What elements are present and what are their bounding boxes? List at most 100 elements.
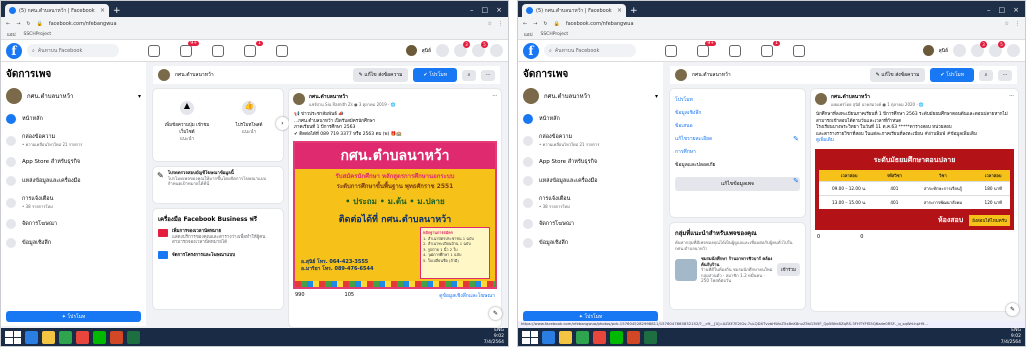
info-item-privacy[interactable]: ข้อมูลและปลอดภัย [675, 159, 800, 172]
groups-icon[interactable]: 1 [761, 40, 780, 57]
post-author[interactable]: กศน.ตำบลนาหว้า [309, 93, 396, 101]
sidebar-item-insights[interactable]: ข้อมูลเชิงลึก [523, 238, 658, 248]
info-item-edit-details[interactable]: แก้ไขรายละเอียด [675, 133, 800, 146]
sidebar-item-insights[interactable]: ข้อมูลเชิงลึก [6, 238, 141, 248]
sidebar-item-resources[interactable]: แหล่งข้อมูลและเครื่องมือ [6, 176, 141, 186]
post-author[interactable]: กศน.ตำบลนาหว้า [831, 93, 924, 101]
url-field[interactable]: facebook.com/nfebangwua [49, 21, 482, 27]
windows-start-icon[interactable] [522, 330, 538, 344]
sidebar-item-ads[interactable]: จัดการโฆษณา [6, 219, 141, 229]
post-image[interactable]: กศน.ตำบลนาหว้า รับสมัครนักศึกษา หลักสูตร… [293, 141, 497, 289]
schedule-image[interactable]: ระดับมัธยมศึกษาตอนปลาย เวลาสอบ รหัสวิชา … [815, 148, 1014, 230]
see-more-link[interactable]: ดูเพิ่มเติม [816, 138, 834, 143]
avatar[interactable] [405, 45, 417, 56]
facebook-logo-icon[interactable]: f [6, 42, 22, 59]
post-avatar[interactable] [815, 93, 827, 105]
notifications-icon[interactable]: 5 [472, 41, 488, 57]
next-arrow-icon[interactable]: › [276, 117, 289, 130]
info-item-education[interactable]: การศึกษา [675, 146, 800, 159]
create-icon[interactable] [436, 44, 449, 57]
url-field[interactable]: facebook.com/nfebangwua [566, 21, 999, 27]
back-icon[interactable]: ← [523, 21, 527, 27]
groups-icon[interactable]: 1 [244, 40, 263, 57]
store-icon[interactable] [576, 330, 589, 344]
home-icon[interactable] [148, 44, 160, 57]
sidebar-item-appstore[interactable]: App Store สำหรับธุรกิจ [523, 157, 658, 167]
minimize-button[interactable]: – [470, 6, 474, 14]
sidebar-item-notifications[interactable]: การแจ้งเตือน • 38 รายการใหม่ [6, 195, 141, 210]
star-icon[interactable]: ☆ [488, 21, 492, 27]
promote-header-button[interactable]: ✔ โปรโมท [930, 68, 974, 82]
sidebar-item-notifications[interactable]: การแจ้งเตือน • 38 รายการใหม่ [523, 195, 658, 210]
lang-indicator[interactable]: ENG [1011, 328, 1021, 333]
watch-icon[interactable]: 9+ [697, 40, 716, 57]
group-name[interactable]: ชมรมนักศึกษา ร้านอาหารชิวบาร์ คล้องคันกั… [701, 256, 773, 267]
bookmark-ssch[interactable]: SSCHProject [540, 32, 568, 37]
more-icon[interactable]: ··· [481, 69, 495, 81]
tool-card-boost[interactable]: 👍 ไปรโมทโพสต์ แนะนำ [221, 95, 277, 142]
create-icon[interactable] [953, 44, 966, 57]
sidebar-item-appstore[interactable]: App Store สำหรับธุรกิจ [6, 157, 141, 167]
powerpoint-icon[interactable] [110, 330, 123, 344]
tool-card-button[interactable]: ▲ เพิ่มข้อความปุ่ม เข้าชมเว็บไซต์ แนะนำ [159, 95, 215, 142]
page-selector[interactable]: กศน.ตำบลนาหว้า ▾ [6, 88, 141, 104]
bookmark-apps[interactable]: แอป [7, 31, 15, 38]
menu-icon[interactable]: ⋮ [498, 21, 503, 27]
powerpoint-icon[interactable] [627, 330, 640, 344]
excel-icon[interactable] [127, 330, 140, 344]
promote-button[interactable]: ✦ โปรโมท [6, 311, 141, 322]
tools-item2[interactable]: จัดการโครงการและโฆษณาแบบ [172, 251, 235, 259]
pencil-icon[interactable]: ✎ [793, 135, 799, 143]
bookmark-apps[interactable]: แอป [524, 31, 532, 38]
forward-icon[interactable]: → [533, 21, 537, 27]
line-icon[interactable] [93, 330, 106, 344]
facebook-logo-icon[interactable]: f [523, 42, 539, 59]
marketplace-icon[interactable] [212, 44, 224, 57]
store-icon[interactable] [59, 330, 72, 344]
gaming-icon[interactable] [793, 44, 805, 57]
gaming-icon[interactable] [276, 44, 288, 57]
see-insights-link[interactable]: ดูข้อมูลเชิงลึกและโฆษณา [439, 292, 495, 300]
reload-icon[interactable]: ↻ [543, 21, 547, 27]
excel-icon[interactable] [644, 330, 657, 344]
page-selector[interactable]: กศน.ตำบลนาหว้า ▾ [523, 88, 658, 104]
sidebar-item-inbox[interactable]: กล่องข้อความ • ความเคลื่อนไหวใหม่ 21 รายก… [6, 133, 141, 148]
edit-page-info-button[interactable]: แก้ไขข้อมูลเพจ [675, 177, 800, 191]
reload-icon[interactable]: ↻ [26, 21, 30, 27]
user-name[interactable]: สุนิย์ [422, 47, 431, 55]
edit-page-button[interactable]: ✎ แก้ไข ส่งข้อความ [352, 68, 409, 82]
browser-tab[interactable]: (5) กศน.ตำบลนาหว้า | Facebook × [5, 4, 109, 17]
compose-icon[interactable]: ✎ [489, 307, 502, 320]
edit-page-button[interactable]: ✎ แก้ไข ส่งข้อความ [869, 68, 926, 82]
chrome-icon[interactable] [76, 330, 89, 344]
maximize-button[interactable]: □ [999, 6, 1006, 14]
minimize-button[interactable]: – [987, 6, 991, 14]
user-name[interactable]: สุนิย์ [939, 47, 948, 55]
tab-close-icon[interactable]: × [100, 7, 105, 14]
post-avatar[interactable] [293, 93, 305, 105]
home-icon[interactable] [665, 44, 677, 57]
more-icon[interactable]: ··· [492, 93, 497, 108]
star-icon[interactable]: ☆ [1005, 21, 1009, 27]
facebook-search-input[interactable]: ⌕ ค้นหาบน Facebook [544, 44, 636, 57]
info-item-offers[interactable]: ข้อเสนอ [675, 120, 800, 133]
back-icon[interactable]: ← [6, 21, 10, 27]
search-icon[interactable]: ⌕ [462, 69, 476, 81]
bookmark-ssch[interactable]: SSCHProject [23, 32, 51, 37]
browser-tab[interactable]: (5) กศน.ตำบลนาหว้า | Facebook × [522, 4, 626, 17]
new-tab-button[interactable]: + [630, 6, 638, 16]
messenger-icon[interactable]: 3 [454, 41, 470, 57]
compose-icon[interactable]: ✎ [1006, 303, 1019, 316]
menu-icon[interactable]: ⋮ [1015, 21, 1020, 27]
group-thumbnail[interactable] [675, 258, 697, 281]
tab-close-icon[interactable]: × [617, 7, 622, 14]
page-header-name[interactable]: กศน.ตำบลนาหว้า [175, 71, 214, 79]
new-tab-button[interactable]: + [113, 6, 121, 16]
info-item-insights[interactable]: ข้อมูลเชิงลึก [675, 107, 800, 120]
search-icon[interactable]: ⌕ [979, 69, 993, 81]
lang-indicator[interactable]: ENG [494, 328, 504, 333]
close-window-button[interactable]: × [496, 6, 502, 14]
account-menu-icon[interactable] [490, 44, 503, 57]
file-explorer-icon[interactable] [559, 330, 572, 344]
forward-icon[interactable]: → [16, 21, 20, 27]
